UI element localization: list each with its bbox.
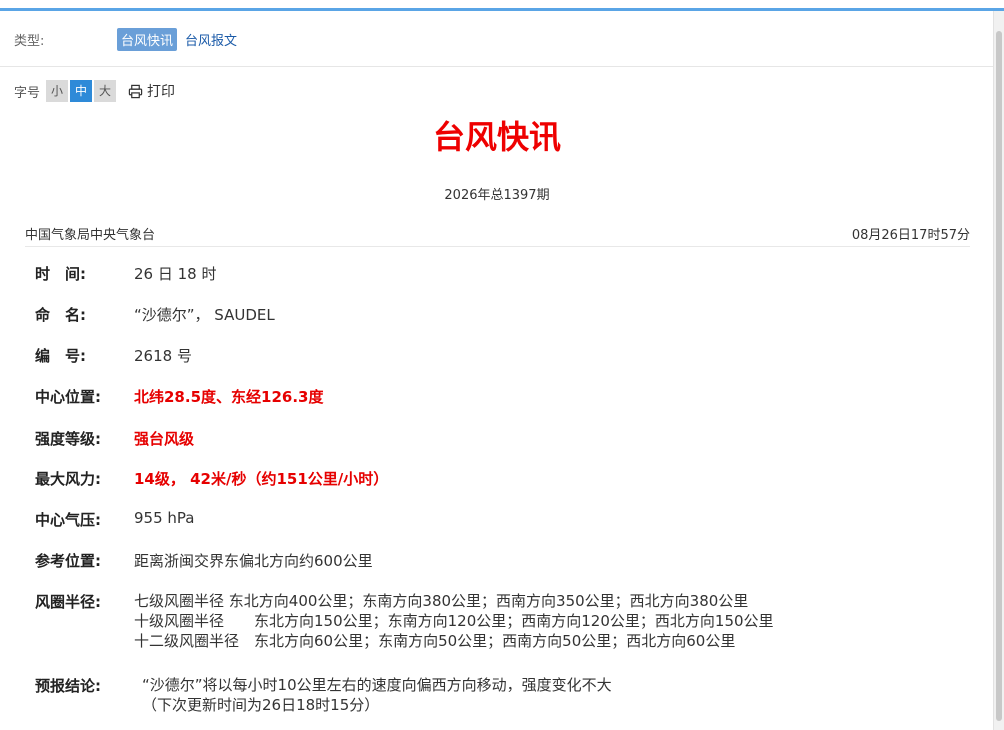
field-reference-position: 参考位置: 距离浙闽交界东偏北方向约600公里 — [35, 550, 373, 571]
field-center-position: 中心位置: 北纬28.5度、东经126.3度 — [35, 386, 323, 407]
field-time: 时 间: 26 日 18 时 — [35, 263, 216, 284]
field-value: 2618 号 — [134, 347, 192, 365]
issue-number: 2026年总1397期 — [444, 188, 550, 203]
field-value: 强台风级 — [134, 430, 195, 448]
field-wind-radius: 风圈半径: 七级风圈半径 东北方向400公里；东南方向380公里；西南方向350… — [35, 591, 774, 651]
field-label: 参考位置: — [35, 552, 101, 570]
field-forecast: 预报结论: “沙德尔”将以每小时10公里左右的速度向偏西方向移动，强度变化不大 … — [35, 675, 612, 715]
field-label: 最大风力: — [35, 470, 101, 488]
print-label: 打印 — [147, 84, 176, 100]
top-accent-line — [0, 8, 1004, 11]
font-size-small-button[interactable]: 小 — [46, 80, 69, 102]
font-size-label: 字号 — [14, 85, 41, 101]
field-value: “沙德尔”将以每小时10公里左右的速度向偏西方向移动，强度变化不大 （下次更新时… — [134, 675, 612, 715]
field-pressure: 中心气压: 955 hPa — [35, 509, 194, 530]
type-option-typhoon-report[interactable]: 台风报文 — [185, 30, 237, 49]
bulletin-meta: 中国气象局中央气象台 08月26日17时57分 — [25, 222, 970, 247]
print-button[interactable]: 打印 — [128, 81, 175, 101]
field-label: 预报结论: — [35, 677, 101, 695]
issue-time: 08月26日17时57分 — [851, 228, 970, 243]
field-value: 955 hPa — [134, 509, 195, 527]
font-size-large-button[interactable]: 大 — [94, 80, 117, 102]
field-value: 七级风圈半径 东北方向400公里；东南方向380公里；西南方向350公里；西北方… — [134, 591, 774, 651]
font-size-medium-button[interactable]: 中 — [70, 80, 93, 102]
divider — [0, 66, 993, 67]
field-label: 命 名: — [35, 306, 86, 324]
field-label: 风圈半径: — [35, 593, 101, 611]
wind-radius-line: 七级风圈半径 东北方向400公里；东南方向380公里；西南方向350公里；西北方… — [134, 592, 749, 610]
field-value: 26 日 18 时 — [134, 265, 217, 283]
field-label: 时 间: — [35, 265, 86, 283]
wind-radius-line: 十二级风圈半径 东北方向60公里；东南方向50公里；西南方向50公里；西北方向6… — [134, 632, 736, 650]
forecast-line: “沙德尔”将以每小时10公里左右的速度向偏西方向移动，强度变化不大 — [142, 676, 612, 694]
field-value: 北纬28.5度、东经126.3度 — [134, 388, 324, 406]
wind-radius-line: 十级风圈半径 东北方向150公里；东南方向120公里；西南方向120公里；西北方… — [134, 612, 774, 630]
page-title: 台风快讯 — [432, 118, 561, 156]
printer-icon — [128, 84, 143, 98]
field-value: “沙德尔”， SAUDEL — [134, 306, 275, 324]
field-value: 距离浙闽交界东偏北方向约600公里 — [134, 552, 373, 570]
field-max-wind: 最大风力: 14级， 42米/秒（约151公里/小时） — [35, 468, 388, 489]
type-label: 类型: — [14, 33, 45, 49]
field-label: 编 号: — [35, 347, 86, 365]
font-size-row: 字号 小 中 大 打印 — [14, 79, 175, 103]
forecast-line: （下次更新时间为26日18时15分） — [142, 696, 380, 714]
field-number: 编 号: 2618 号 — [35, 345, 192, 366]
type-filter-row: 类型: 台风快讯 台风报文 — [14, 27, 237, 51]
issuing-organization: 中国气象局中央气象台 — [25, 228, 156, 243]
field-label: 中心气压: — [35, 511, 101, 529]
vertical-scrollbar[interactable] — [993, 11, 1004, 730]
type-option-typhoon-flash[interactable]: 台风快讯 — [117, 27, 178, 51]
field-name: 命 名: “沙德尔”， SAUDEL — [35, 304, 275, 325]
field-label: 中心位置: — [35, 388, 101, 406]
scrollbar-thumb[interactable] — [996, 31, 1002, 721]
field-intensity: 强度等级: 强台风级 — [35, 428, 194, 449]
field-value: 14级， 42米/秒（约151公里/小时） — [134, 470, 389, 488]
field-label: 强度等级: — [35, 430, 101, 448]
